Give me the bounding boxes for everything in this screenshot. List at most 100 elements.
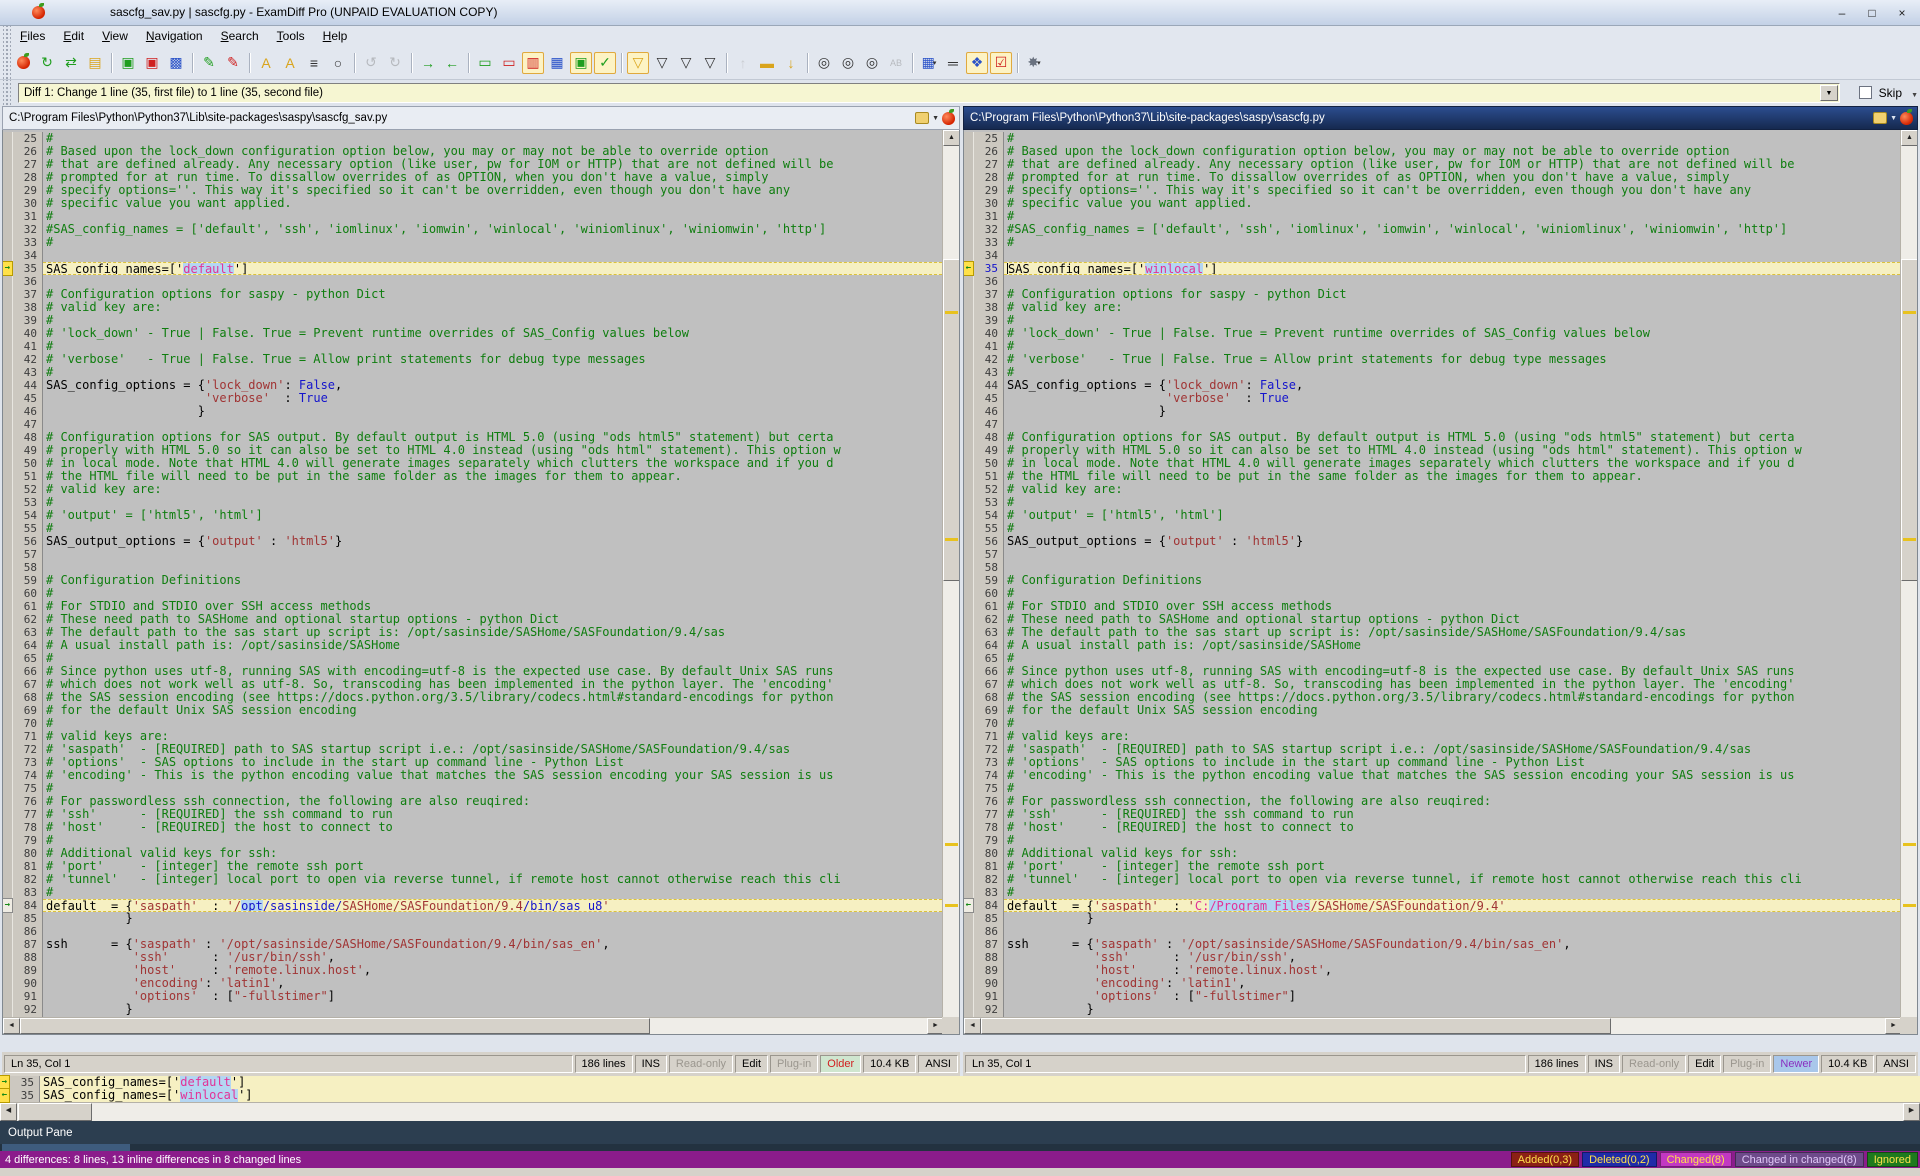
code-line[interactable]: 39# bbox=[964, 314, 1900, 327]
save-file-icon[interactable] bbox=[915, 112, 929, 124]
code-line[interactable]: 90 'encoding': 'latin1', bbox=[964, 977, 1900, 990]
code-line[interactable]: 68# the SAS session encoding (see https:… bbox=[964, 691, 1900, 704]
code-line[interactable]: 49# properly with HTML 5.0 so it can als… bbox=[964, 444, 1900, 457]
code-line[interactable]: 43# bbox=[964, 366, 1900, 379]
output-pane-header[interactable]: Output Pane bbox=[0, 1121, 1920, 1144]
code-line[interactable]: 79# bbox=[3, 834, 942, 847]
scrollbar-thumb[interactable] bbox=[20, 1018, 650, 1034]
code-line[interactable]: 26# Based upon the lock_down configurati… bbox=[964, 145, 1900, 158]
code-line[interactable]: 38# valid key are: bbox=[3, 301, 942, 314]
code-line[interactable]: 63# The default path to the sas start up… bbox=[964, 626, 1900, 639]
compare-icon[interactable] bbox=[12, 52, 34, 74]
code-line[interactable]: 45 'verbose' : True bbox=[964, 392, 1900, 405]
code-line[interactable]: 80# Additional valid keys for ssh: bbox=[964, 847, 1900, 860]
code-line[interactable]: 31# bbox=[3, 210, 942, 223]
save-file-icon[interactable] bbox=[1873, 112, 1887, 124]
code-line[interactable]: 54# 'output' = ['html5', 'html'] bbox=[964, 509, 1900, 522]
code-line[interactable]: 86 bbox=[3, 925, 942, 938]
code-line[interactable]: 26# Based upon the lock_down configurati… bbox=[3, 145, 942, 158]
code-line[interactable]: 30# specific value you want applied. bbox=[3, 197, 942, 210]
left-editor-pane[interactable]: 25#26# Based upon the lock_down configur… bbox=[2, 130, 960, 1035]
sync-scroll-icon[interactable]: ▣ bbox=[570, 52, 592, 74]
code-line[interactable]: 64# A usual install path is: /opt/sasins… bbox=[964, 639, 1900, 652]
code-line[interactable]: 51# the HTML file will need to be put in… bbox=[3, 470, 942, 483]
code-line[interactable]: 77# 'ssh' - [REQUIRED] the ssh command t… bbox=[964, 808, 1900, 821]
show-second-only-icon[interactable]: ▭ bbox=[498, 52, 520, 74]
code-line[interactable]: 78# 'host' - [REQUIRED] the host to conn… bbox=[964, 821, 1900, 834]
code-line[interactable]: 32#SAS_config_names = ['default', 'ssh',… bbox=[964, 223, 1900, 236]
save-as-first-icon[interactable]: A bbox=[255, 52, 277, 74]
recompare-icon[interactable]: ↻ bbox=[36, 52, 58, 74]
code-line[interactable]: 68# the SAS session encoding (see https:… bbox=[3, 691, 942, 704]
code-line[interactable]: 53# bbox=[3, 496, 942, 509]
show-deleted-filter-icon[interactable]: ▽ bbox=[699, 52, 721, 74]
code-line[interactable]: 66# Since python uses utf-8, running SAS… bbox=[964, 665, 1900, 678]
code-line[interactable]: 50# in local mode. Note that HTML 4.0 wi… bbox=[964, 457, 1900, 470]
current-diff-icon[interactable]: ▬ bbox=[756, 52, 778, 74]
scrollbar-thumb[interactable] bbox=[1901, 259, 1918, 581]
copy-block-left-icon[interactable]: ← bbox=[441, 52, 463, 74]
code-line[interactable]: 75# bbox=[964, 782, 1900, 795]
menu-search[interactable]: Search bbox=[212, 27, 268, 45]
chevron-down-icon[interactable]: ▼ bbox=[1820, 85, 1838, 101]
show-added-filter-icon[interactable]: ▽ bbox=[675, 52, 697, 74]
right-code-area[interactable]: 25#26# Based upon the lock_down configur… bbox=[964, 132, 1900, 1029]
code-line[interactable]: 88 'ssh' : '/usr/bin/ssh', bbox=[3, 951, 942, 964]
code-line[interactable]: →35SAS_config_names=['default'] bbox=[0, 1076, 1920, 1089]
skip-checkbox[interactable] bbox=[1859, 86, 1872, 99]
code-line[interactable]: 59# Configuration Definitions bbox=[964, 574, 1900, 587]
save-as-second-icon[interactable]: A bbox=[279, 52, 301, 74]
chevron-down-icon[interactable]: ▼ bbox=[1890, 115, 1897, 122]
scroll-up-icon[interactable]: ▲ bbox=[943, 130, 960, 146]
menu-view[interactable]: View bbox=[93, 27, 137, 45]
code-line[interactable]: 46 } bbox=[964, 405, 1900, 418]
code-line[interactable]: 49# properly with HTML 5.0 so it can als… bbox=[3, 444, 942, 457]
code-line[interactable]: 25# bbox=[964, 132, 1900, 145]
code-line[interactable]: 33# bbox=[964, 236, 1900, 249]
code-line[interactable]: 81# 'port' - [integer] the remote ssh po… bbox=[964, 860, 1900, 873]
close-button[interactable]: × bbox=[1888, 3, 1916, 23]
code-line[interactable]: 58 bbox=[964, 561, 1900, 574]
left-vertical-scrollbar[interactable]: ▲▼ bbox=[942, 130, 959, 1033]
code-line[interactable]: 74# 'encoding' - This is the python enco… bbox=[964, 769, 1900, 782]
layout-icon[interactable]: ▦▾ bbox=[918, 52, 940, 74]
code-line[interactable]: 30# specific value you want applied. bbox=[964, 197, 1900, 210]
code-line[interactable]: 57 bbox=[964, 548, 1900, 561]
scroll-up-icon[interactable]: ▲ bbox=[1901, 130, 1918, 146]
scrollbar-thumb[interactable] bbox=[18, 1103, 92, 1121]
code-line[interactable]: 76# For passwordless ssh connection, the… bbox=[3, 795, 942, 808]
copy-block-right-icon[interactable]: → bbox=[417, 52, 439, 74]
show-first-only-icon[interactable]: ▭ bbox=[474, 52, 496, 74]
code-line[interactable]: 79# bbox=[964, 834, 1900, 847]
menu-tools[interactable]: Tools bbox=[268, 27, 314, 45]
edit-first-icon[interactable]: ✎ bbox=[198, 52, 220, 74]
code-line[interactable]: 56SAS_output_options = {'output' : 'html… bbox=[964, 535, 1900, 548]
code-line[interactable]: 75# bbox=[3, 782, 942, 795]
code-line[interactable]: 60# bbox=[964, 587, 1900, 600]
code-line[interactable]: 44SAS_config_options = {'lock_down': Fal… bbox=[3, 379, 942, 392]
left-file-header[interactable]: C:\Program Files\Python\Python37\Lib\sit… bbox=[2, 106, 960, 130]
inspector-horizontal-scrollbar[interactable]: ◀ ▶ bbox=[0, 1102, 1920, 1121]
code-line[interactable]: 44SAS_config_options = {'lock_down': Fal… bbox=[964, 379, 1900, 392]
code-line[interactable]: 38# valid key are: bbox=[964, 301, 1900, 314]
code-line[interactable]: 48# Configuration options for SAS output… bbox=[3, 431, 942, 444]
left-horizontal-scrollbar[interactable]: ◄► bbox=[3, 1017, 944, 1034]
code-line[interactable]: 82# 'tunnel' - [integer] local port to o… bbox=[3, 873, 942, 886]
save-all-icon[interactable]: ▩ bbox=[165, 52, 187, 74]
code-line[interactable]: 25# bbox=[3, 132, 942, 145]
code-line[interactable]: 57 bbox=[3, 548, 942, 561]
code-line[interactable]: 29# specify options=''. This way it's sp… bbox=[3, 184, 942, 197]
menu-help[interactable]: Help bbox=[314, 27, 357, 45]
code-line[interactable]: 67# which does not work well as utf-8. S… bbox=[3, 678, 942, 691]
code-line[interactable]: 77# 'ssh' - [REQUIRED] the ssh command t… bbox=[3, 808, 942, 821]
code-line[interactable]: ←84default = {'saspath' : 'C:/Program Fi… bbox=[964, 899, 1900, 912]
print-preview-icon[interactable]: ○ bbox=[327, 52, 349, 74]
menu-files[interactable]: Files bbox=[11, 27, 54, 45]
right-file-header[interactable]: C:\Program Files\Python\Python37\Lib\sit… bbox=[963, 106, 1918, 130]
code-line[interactable]: 55# bbox=[964, 522, 1900, 535]
chevron-down-icon[interactable]: ▼ bbox=[932, 115, 939, 122]
code-line[interactable]: 86 bbox=[964, 925, 1900, 938]
line-details-icon[interactable]: ═ bbox=[942, 52, 964, 74]
code-line[interactable]: 28# prompted for at run time. To dissall… bbox=[3, 171, 942, 184]
code-line[interactable]: 92 } bbox=[3, 1003, 942, 1016]
